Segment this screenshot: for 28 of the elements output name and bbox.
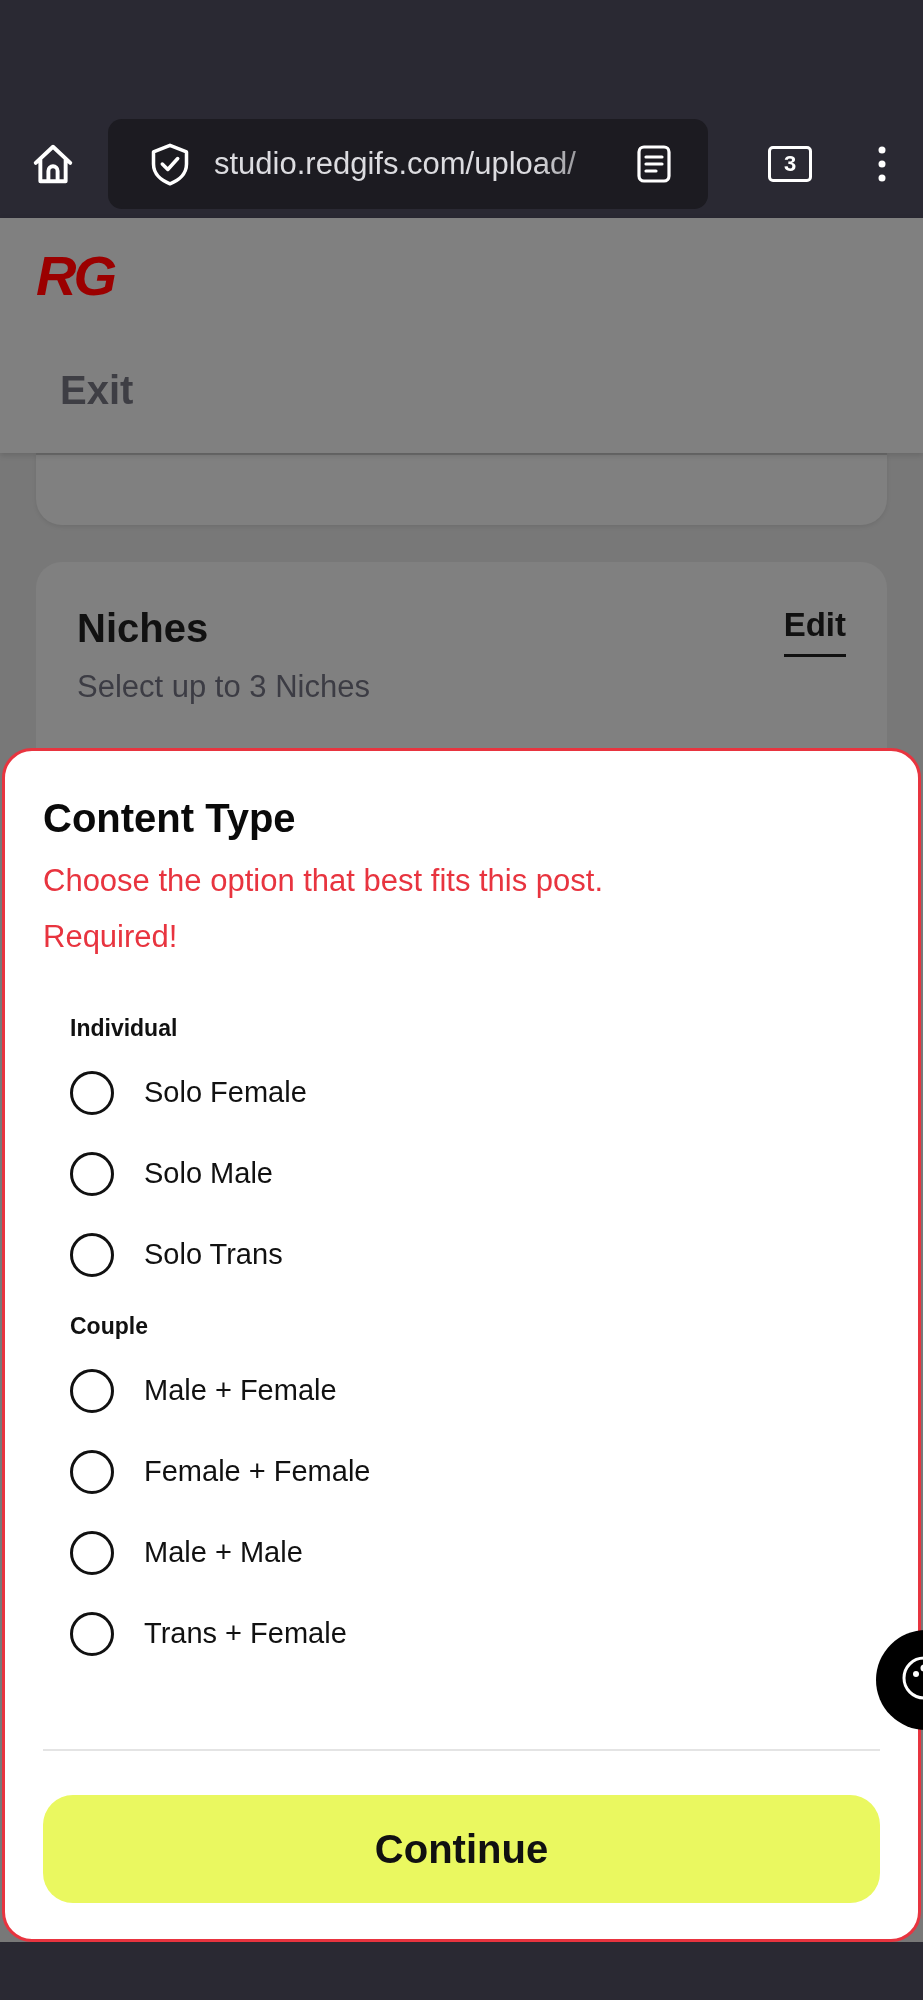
address-bar[interactable]: studio.redgifs.com/upload/ bbox=[108, 119, 708, 209]
option-label[interactable]: Female + Female bbox=[144, 1455, 371, 1488]
radio-button[interactable] bbox=[70, 1368, 114, 1413]
radio-button[interactable] bbox=[70, 1530, 114, 1575]
edit-link[interactable]: Edit bbox=[783, 606, 846, 657]
radio-button[interactable] bbox=[70, 1070, 114, 1115]
error-text: Required! bbox=[43, 919, 179, 955]
radio-button[interactable] bbox=[70, 1232, 114, 1277]
tab-count-button[interactable]: 3 bbox=[768, 146, 812, 182]
option-label[interactable]: Solo Trans bbox=[144, 1238, 283, 1271]
radio-button[interactable] bbox=[70, 1449, 114, 1494]
option-label[interactable]: Trans + Female bbox=[144, 1617, 347, 1650]
option-label[interactable]: Male + Male bbox=[144, 1536, 303, 1569]
radio-button[interactable] bbox=[70, 1611, 114, 1656]
option-label[interactable]: Solo Female bbox=[144, 1076, 307, 1109]
card-subtitle: Select up to 3 Niches bbox=[77, 669, 371, 705]
sheet-title: Content Type bbox=[43, 796, 297, 841]
radio-button[interactable] bbox=[70, 1151, 114, 1196]
more-menu-icon[interactable] bbox=[877, 144, 887, 184]
option-label[interactable]: Male + Female bbox=[144, 1374, 337, 1407]
group-label: Individual bbox=[70, 1015, 179, 1042]
document-icon[interactable] bbox=[634, 143, 674, 185]
option-label[interactable]: Solo Male bbox=[144, 1157, 273, 1190]
card-title: Niches bbox=[77, 606, 209, 651]
group-label: Couple bbox=[70, 1313, 149, 1340]
hint-text: Choose the option that best fits this post. bbox=[43, 863, 605, 899]
url-text: studio.redgifs.com/upload/ bbox=[214, 146, 577, 182]
continue-button[interactable]: Continue bbox=[43, 1795, 880, 1903]
